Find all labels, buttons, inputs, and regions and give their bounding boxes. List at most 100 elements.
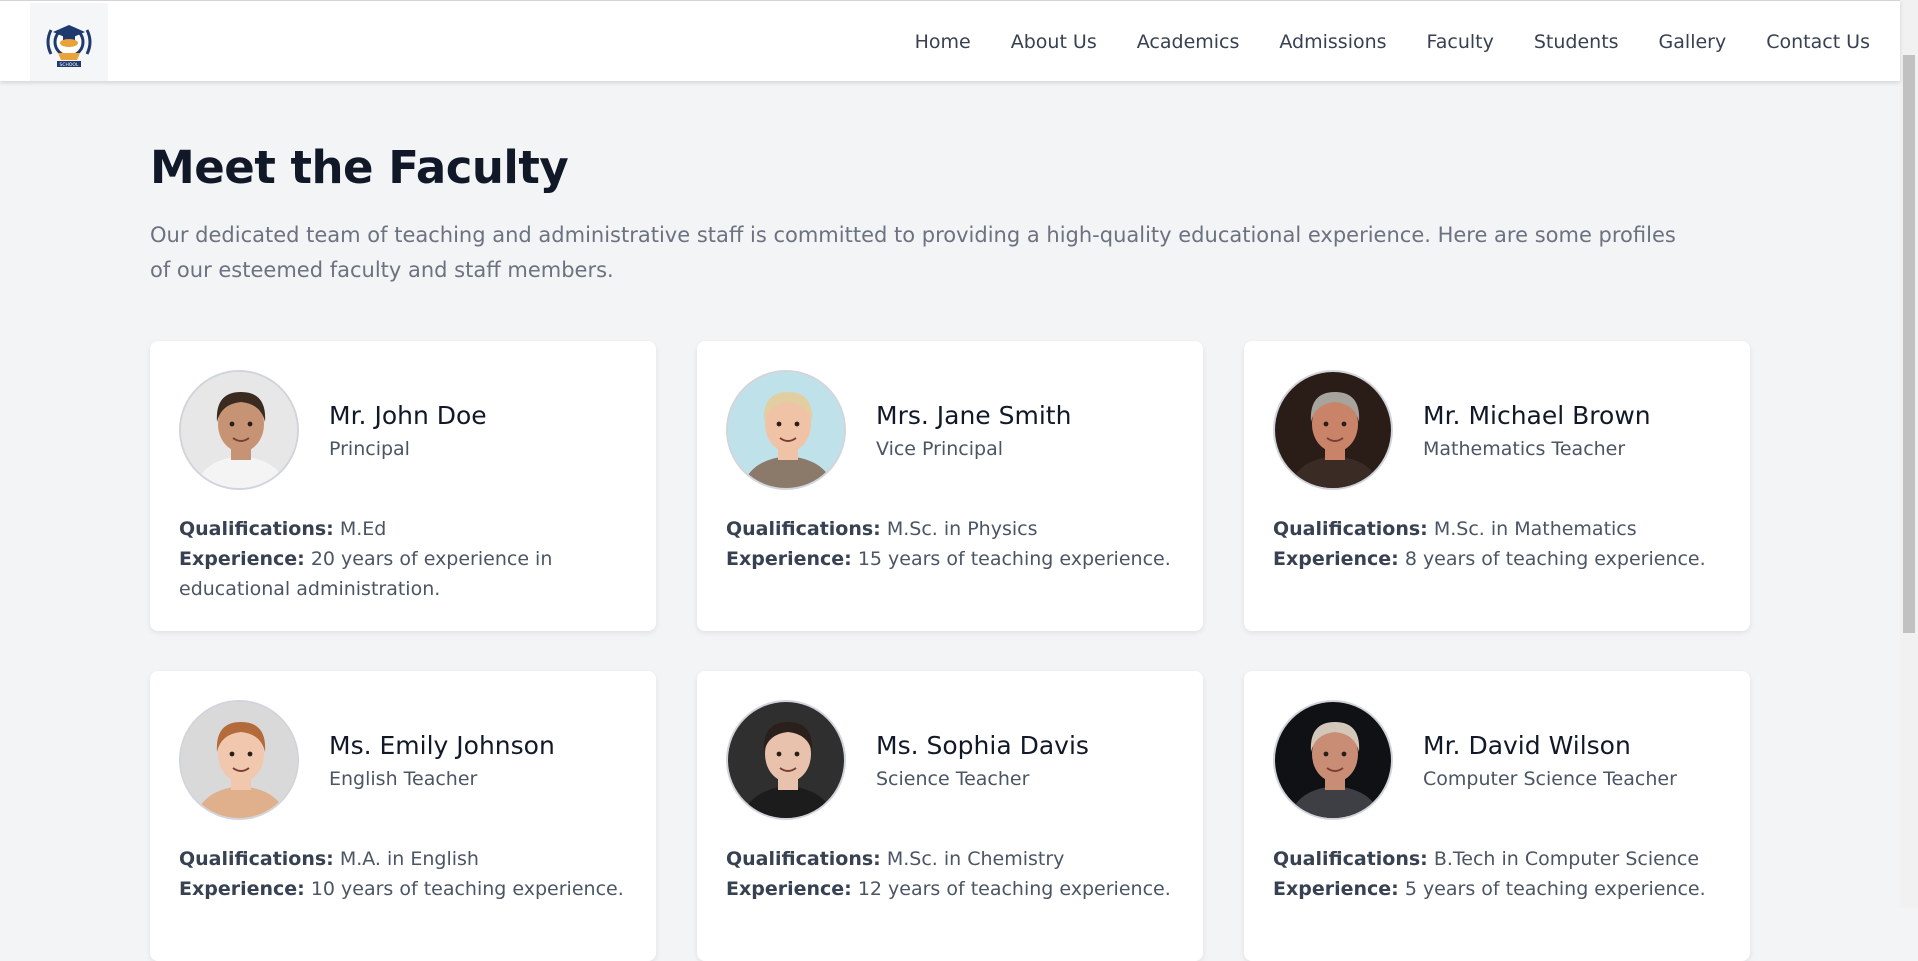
experience-label: Experience: xyxy=(726,548,852,570)
faculty-avatar xyxy=(1273,370,1393,490)
experience-label: Experience: xyxy=(1273,878,1399,900)
faculty-details: Qualifications: M.A. in English Experienc… xyxy=(179,844,627,904)
faculty-card: Ms. Sophia Davis Science Teacher Qualifica… xyxy=(697,671,1203,961)
experience-value: 5 years of teaching experience. xyxy=(1404,878,1706,900)
faculty-name: Mrs. Jane Smith xyxy=(876,400,1072,430)
faculty-details: Qualifications: M.Sc. in Physics Experien… xyxy=(726,514,1174,574)
experience-label: Experience: xyxy=(179,878,305,900)
nav-link-contact-us[interactable]: Contact Us xyxy=(1766,31,1870,53)
experience-value: 12 years of teaching experience. xyxy=(857,878,1171,900)
experience-row: Experience: 15 years of teaching experie… xyxy=(726,544,1174,574)
experience-row: Experience: 12 years of teaching experie… xyxy=(726,874,1174,904)
qualifications-row: Qualifications: M.A. in English xyxy=(179,844,627,874)
experience-value: 15 years of teaching experience. xyxy=(857,548,1171,570)
qualifications-label: Qualifications: xyxy=(179,518,334,540)
faculty-identity: Ms. Sophia Davis Science Teacher xyxy=(876,731,1089,790)
main-nav: Home About Us Academics Admissions Faculty St… xyxy=(915,1,1870,82)
nav-link-academics[interactable]: Academics xyxy=(1137,31,1240,53)
nav-link-students[interactable]: Students xyxy=(1534,31,1619,53)
qualifications-value: M.Sc. in Chemistry xyxy=(886,848,1065,870)
logo-text: SCHOOL xyxy=(60,62,79,68)
portrait-image xyxy=(1275,702,1391,818)
page-intro: Our dedicated team of teaching and admin… xyxy=(150,223,1676,282)
faculty-card: Ms. Emily Johnson English Teacher Qualific… xyxy=(150,671,656,961)
qualifications-label: Qualifications: xyxy=(179,848,334,870)
school-logo[interactable]: SCHOOL xyxy=(30,3,108,81)
nav-link-admissions[interactable]: Admissions xyxy=(1279,31,1386,53)
qualifications-label: Qualifications: xyxy=(1273,848,1428,870)
faculty-card-header: Ms. Sophia Davis Science Teacher xyxy=(726,700,1174,820)
experience-row: Experience: 20 years of experience in ed… xyxy=(179,544,627,604)
experience-row: Experience: 5 years of teaching experien… xyxy=(1273,874,1721,904)
faculty-identity: Mr. John Doe Principal xyxy=(329,401,487,460)
faculty-identity: Mr. Michael Brown Mathematics Teacher xyxy=(1423,401,1651,460)
faculty-name: Mr. David Wilson xyxy=(1423,730,1631,760)
qualifications-value: M.A. in English xyxy=(339,848,479,870)
experience-value: 10 years of teaching experience. xyxy=(310,878,624,900)
nav-link-home[interactable]: Home xyxy=(915,31,971,53)
qualifications-row: Qualifications: B.Tech in Computer Scien… xyxy=(1273,844,1721,874)
experience-row: Experience: 8 years of teaching experien… xyxy=(1273,544,1721,574)
qualifications-row: Qualifications: M.Sc. in Physics xyxy=(726,514,1174,544)
faculty-role: Science Teacher xyxy=(876,767,1030,790)
faculty-card: Mr. Michael Brown Mathematics Teacher Qual… xyxy=(1244,341,1750,631)
faculty-card: Mr. John Doe Principal Qualifications: M.E… xyxy=(150,341,656,631)
faculty-avatar xyxy=(726,370,846,490)
qualifications-value: B.Tech in Computer Science xyxy=(1433,848,1700,870)
scrollbar-thumb[interactable] xyxy=(1903,55,1915,633)
faculty-details: Qualifications: M.Sc. in Mathematics Expe… xyxy=(1273,514,1721,574)
experience-label: Experience: xyxy=(179,548,305,570)
portrait-image xyxy=(181,372,297,488)
faculty-card-header: Mr. David Wilson Computer Science Teacher xyxy=(1273,700,1721,820)
faculty-name: Mr. John Doe xyxy=(329,400,487,430)
faculty-avatar xyxy=(179,700,299,820)
faculty-identity: Ms. Emily Johnson English Teacher xyxy=(329,731,555,790)
faculty-role: Computer Science Teacher xyxy=(1423,767,1677,790)
faculty-card-header: Mr. John Doe Principal xyxy=(179,370,627,490)
faculty-identity: Mrs. Jane Smith Vice Principal xyxy=(876,401,1071,460)
faculty-details: Qualifications: M.Sc. in Chemistry Experi… xyxy=(726,844,1174,904)
faculty-identity: Mr. David Wilson Computer Science Teacher xyxy=(1423,731,1677,790)
faculty-details: Qualifications: M.Ed Experience: 20 years… xyxy=(179,514,627,604)
graduation-cap-icon: SCHOOL xyxy=(46,25,92,68)
nav-link-faculty[interactable]: Faculty xyxy=(1427,31,1494,53)
faculty-details: Qualifications: B.Tech in Computer Scien… xyxy=(1273,844,1721,904)
faculty-role: Principal xyxy=(329,437,410,460)
faculty-role: English Teacher xyxy=(329,767,478,790)
faculty-card: Mrs. Jane Smith Vice Principal Qualificati… xyxy=(697,341,1203,631)
qualifications-label: Qualifications: xyxy=(726,848,881,870)
portrait-image xyxy=(1275,372,1391,488)
experience-label: Experience: xyxy=(726,878,852,900)
portrait-image xyxy=(728,372,844,488)
experience-row: Experience: 10 years of teaching experie… xyxy=(179,874,627,904)
page-scrollbar[interactable] xyxy=(1900,0,1918,908)
qualifications-row: Qualifications: M.Sc. in Mathematics xyxy=(1273,514,1721,544)
faculty-card-header: Mr. Michael Brown Mathematics Teacher xyxy=(1273,370,1721,490)
faculty-role: Vice Principal xyxy=(876,437,1003,460)
faculty-name: Ms. Emily Johnson xyxy=(329,730,555,760)
faculty-grid: Mr. John Doe Principal Qualifications: M.E… xyxy=(150,341,1750,961)
top-navbar: SCHOOL Home About Us Academics Admissions Fa… xyxy=(0,0,1900,81)
faculty-card-header: Mrs. Jane Smith Vice Principal xyxy=(726,370,1174,490)
qualifications-row: Qualifications: M.Sc. in Chemistry xyxy=(726,844,1174,874)
page-title: Meet the Faculty xyxy=(150,141,569,194)
qualifications-value: M.Sc. in Physics xyxy=(886,518,1038,540)
faculty-avatar xyxy=(179,370,299,490)
qualifications-value: M.Sc. in Mathematics xyxy=(1433,518,1637,540)
experience-value: 8 years of teaching experience. xyxy=(1404,548,1706,570)
qualifications-value: M.Ed xyxy=(339,518,387,540)
faculty-section: Meet the Faculty Our dedicated team of t… xyxy=(150,81,1750,961)
experience-label: Experience: xyxy=(1273,548,1399,570)
portrait-image xyxy=(728,702,844,818)
faculty-avatar xyxy=(726,700,846,820)
nav-link-gallery[interactable]: Gallery xyxy=(1659,31,1727,53)
qualifications-row: Qualifications: M.Ed xyxy=(179,514,627,544)
qualifications-label: Qualifications: xyxy=(1273,518,1428,540)
faculty-role: Mathematics Teacher xyxy=(1423,437,1626,460)
faculty-card-header: Ms. Emily Johnson English Teacher xyxy=(179,700,627,820)
faculty-name: Mr. Michael Brown xyxy=(1423,400,1651,430)
nav-link-about-us[interactable]: About Us xyxy=(1011,31,1097,53)
faculty-name: Ms. Sophia Davis xyxy=(876,730,1089,760)
qualifications-label: Qualifications: xyxy=(726,518,881,540)
portrait-image xyxy=(181,702,297,818)
